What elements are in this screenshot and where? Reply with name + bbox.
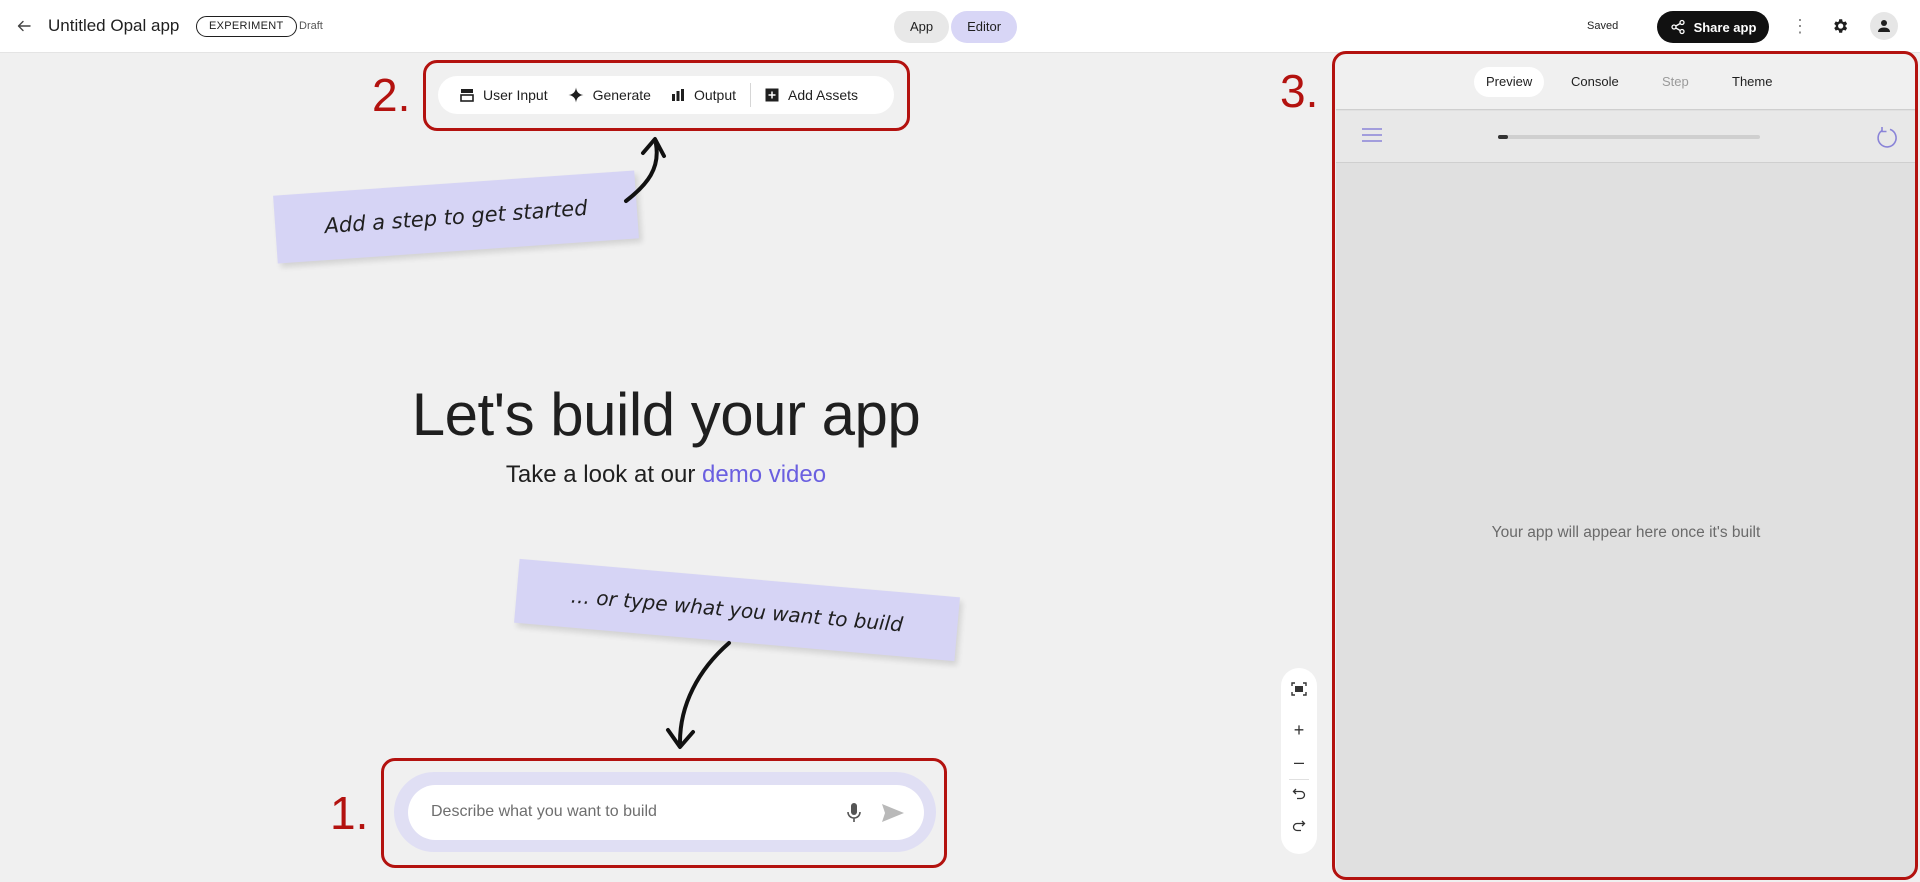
share-icon <box>1670 19 1685 35</box>
redo-button[interactable] <box>1281 813 1317 839</box>
fit-screen-icon <box>1291 682 1307 696</box>
settings-button[interactable] <box>1828 14 1852 38</box>
zoom-in-button[interactable]: + <box>1281 717 1317 743</box>
hero-title: Let's build your app <box>411 381 921 448</box>
voice-input-button[interactable] <box>842 800 866 826</box>
plus-icon: + <box>1293 719 1305 740</box>
share-app-button[interactable]: Share app <box>1657 11 1769 43</box>
undo-button[interactable] <box>1281 781 1317 807</box>
gear-icon <box>1834 19 1848 33</box>
minus-icon: – <box>1293 751 1304 772</box>
annotation-label-one: 1. <box>330 787 369 839</box>
arrow-down-icon <box>678 641 731 744</box>
fit-to-screen-button[interactable] <box>1281 676 1317 702</box>
annotation-box-preview <box>1332 51 1918 880</box>
describe-app-input[interactable] <box>431 800 811 824</box>
annotation-label-three: 3. <box>1280 65 1319 117</box>
zoom-out-button[interactable]: – <box>1281 749 1317 775</box>
saved-status: Saved <box>1587 20 1619 32</box>
kebab-icon: ⋮ <box>1791 15 1809 36</box>
microphone-icon <box>847 803 861 822</box>
send-button[interactable] <box>879 800 907 826</box>
share-app-label: Share app <box>1693 19 1757 35</box>
person-icon <box>1878 20 1890 32</box>
demo-video-link[interactable]: demo video <box>702 461 826 488</box>
undo-icon <box>1292 788 1306 800</box>
redo-icon <box>1292 820 1306 832</box>
arrow-up-head-icon <box>641 137 666 158</box>
hero-subtitle: Take a look at our demo video <box>0 461 1332 489</box>
more-options-button[interactable]: ⋮ <box>1790 14 1810 38</box>
send-icon <box>882 804 904 822</box>
account-avatar[interactable] <box>1870 12 1898 40</box>
zoom-divider <box>1289 779 1309 780</box>
hero-subtitle-text: Take a look at our <box>505 461 703 488</box>
canvas-zoom-controls: + – <box>1281 668 1317 854</box>
